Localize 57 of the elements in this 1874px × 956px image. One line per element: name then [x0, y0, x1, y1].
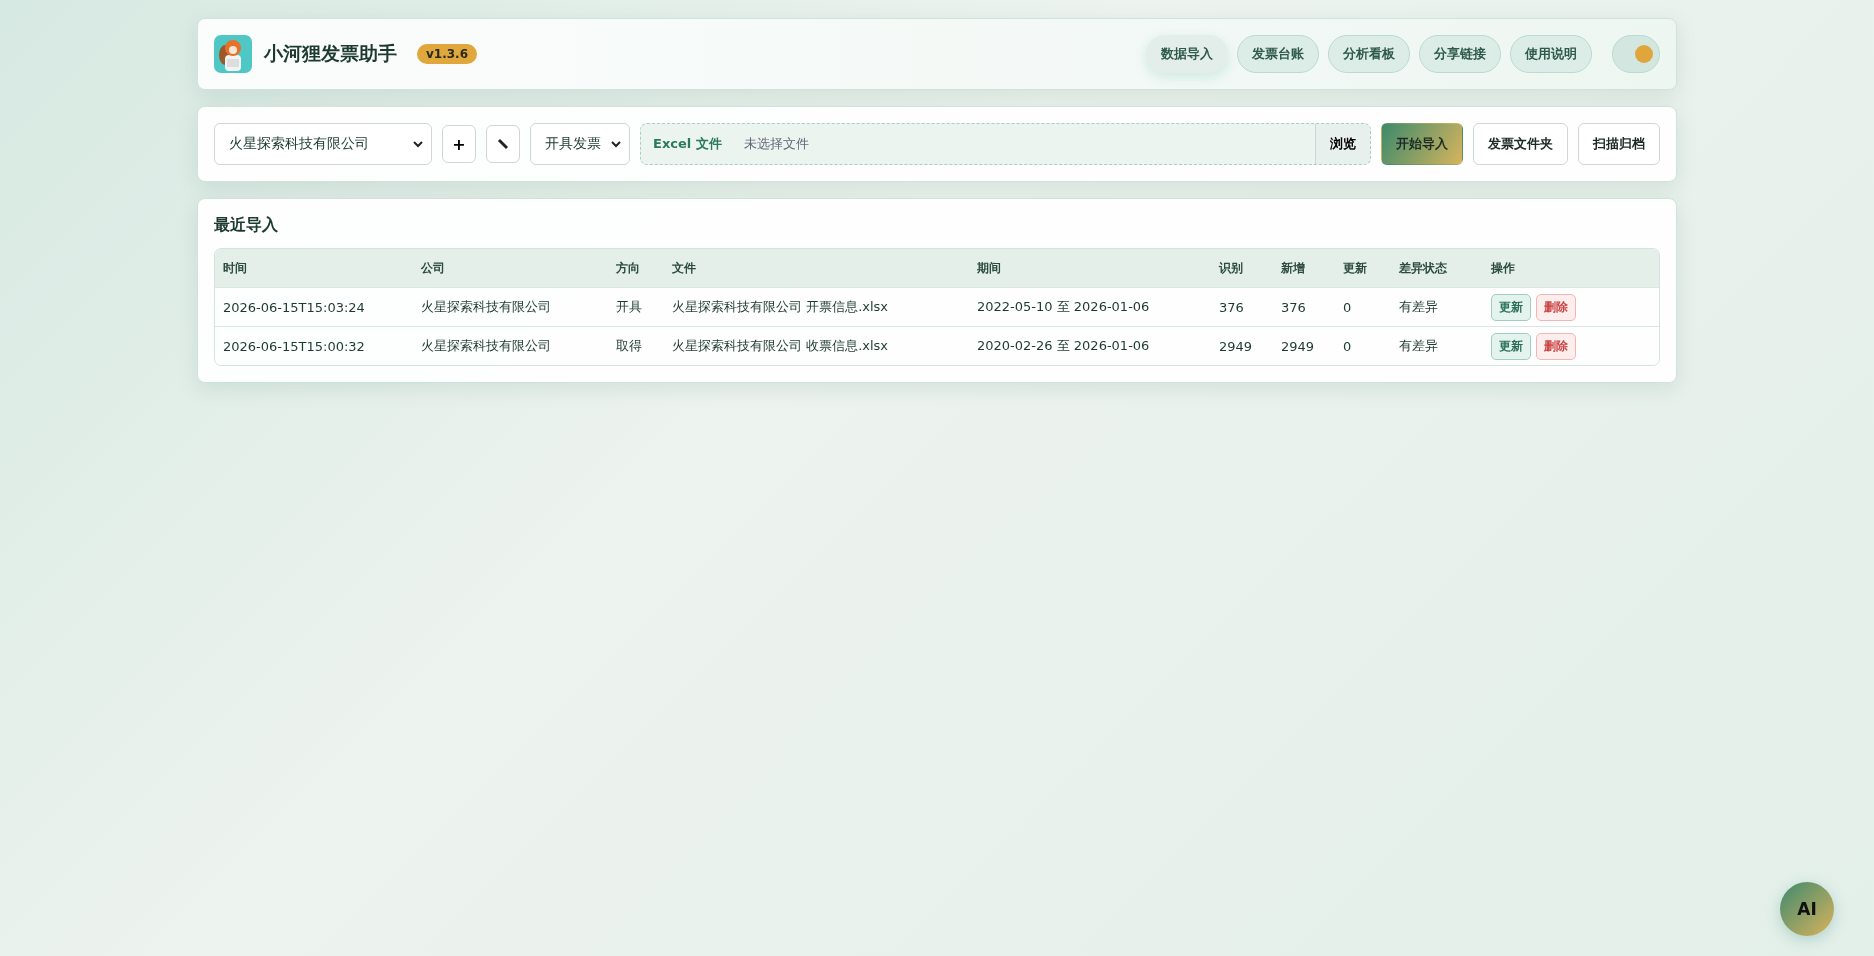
toolbar-button[interactable]: 扫描归档	[1578, 123, 1660, 165]
table-cell-text: 火星探索科技有限公司	[421, 337, 552, 355]
table-cell-text: 有差异	[1399, 298, 1439, 316]
table-cell-text: 0	[1343, 338, 1353, 354]
table-cell-text: 2949	[1281, 338, 1316, 354]
column-header: 更新	[1343, 259, 1368, 277]
table-cell-text: 有差异	[1399, 337, 1439, 355]
table-cell-text: 火星探索科技有限公司 收票信息.xlsx	[672, 337, 890, 355]
nav-tab[interactable]: 使用说明	[1510, 35, 1592, 73]
table-cell-text: 376	[1281, 299, 1307, 315]
nav-tab[interactable]: 数据导入	[1146, 35, 1228, 73]
table-cell-text: 2949	[1219, 338, 1254, 354]
column-header: 方向	[616, 259, 641, 277]
table-cell-text: 2020-02-26 至 2026-01-06	[977, 337, 1151, 355]
table-cell-text: 开具	[616, 298, 643, 316]
column-header: 公司	[421, 259, 446, 277]
table-cell-text: 2022-05-10 至 2026-01-06	[977, 298, 1151, 316]
nav-tab[interactable]: 分享链接	[1419, 35, 1501, 73]
column-header: 时间	[223, 259, 248, 277]
table-cell-text: 火星探索科技有限公司 开票信息.xlsx	[672, 298, 890, 316]
table-cell-text: 取得	[616, 337, 643, 355]
column-header: 期间	[977, 259, 1002, 277]
theme-toggle[interactable]	[1612, 35, 1660, 73]
delete-button[interactable]: 删除	[1536, 332, 1576, 360]
update-button[interactable]: 更新	[1491, 332, 1531, 360]
delete-button[interactable]: 删除	[1536, 293, 1576, 321]
file-label: Excel 文件	[653, 135, 722, 153]
edit-button[interactable]	[486, 125, 520, 163]
browse-button[interactable]: 浏览	[1315, 124, 1370, 164]
toolbar-button[interactable]: 开始导入	[1381, 123, 1463, 165]
ai-button[interactable]: AI	[1780, 882, 1834, 936]
table-cell-text: 2026-06-15T15:03:24	[223, 299, 366, 315]
column-header: 新增	[1281, 259, 1306, 277]
caret-icon	[413, 140, 423, 148]
direction-select[interactable]: 开具发票	[530, 123, 630, 165]
toolbar-button[interactable]: 发票文件夹	[1473, 123, 1568, 165]
file-placeholder: 未选择文件	[743, 135, 810, 153]
animal-logo-icon	[214, 35, 252, 73]
nav-tab[interactable]: 分析看板	[1328, 35, 1410, 73]
app-title: 小河狸发票助手	[264, 41, 397, 66]
pen-icon	[497, 138, 509, 150]
column-header: 操作	[1491, 259, 1516, 277]
file-field[interactable]: Excel 文件 未选择文件 浏览	[640, 123, 1371, 165]
table-cell-text: 376	[1219, 299, 1245, 315]
add-button[interactable]: +	[442, 125, 476, 163]
column-header: 差异状态	[1399, 259, 1448, 277]
table-cell-text: 0	[1343, 299, 1353, 315]
table-cell-text: 2026-06-15T15:00:32	[223, 338, 366, 354]
nav-tab[interactable]: 发票台账	[1237, 35, 1319, 73]
update-button[interactable]: 更新	[1491, 293, 1531, 321]
company-select[interactable]: 火星探索科技有限公司	[214, 123, 432, 165]
caret-icon	[611, 140, 621, 148]
section-title: 最近导入	[214, 215, 279, 236]
table-cell-text: 火星探索科技有限公司	[421, 298, 552, 316]
column-header: 识别	[1219, 259, 1244, 277]
version-badge: v1.3.6	[417, 44, 477, 64]
column-header: 文件	[672, 259, 697, 277]
